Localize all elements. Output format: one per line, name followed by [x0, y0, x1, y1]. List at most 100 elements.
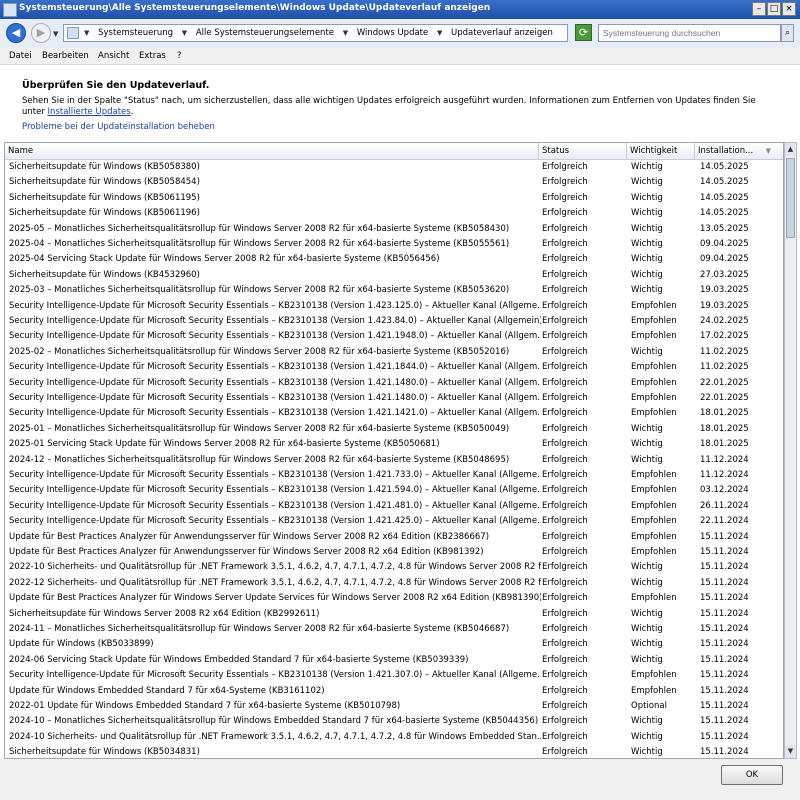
table-row[interactable]: Sicherheitsupdate für Windows (KB5058380…	[5, 160, 783, 175]
menu-extras[interactable]: Extras	[139, 51, 166, 61]
table-row[interactable]: Security Intelligence-Update für Microso…	[5, 468, 783, 483]
cell-name: 2024-10 – Monatliches Sicherheitsqualitä…	[9, 716, 539, 727]
back-button[interactable]: ◀	[6, 23, 26, 43]
table-row[interactable]: Sicherheitsupdate für Windows Server 200…	[5, 607, 783, 622]
cell-installation-date: 19.03.2025	[700, 285, 749, 296]
cell-installation-date: 18.01.2025	[700, 439, 749, 450]
cell-status: Erfolgreich	[542, 346, 588, 357]
installed-updates-link[interactable]: Installierte Updates	[48, 107, 131, 117]
table-row[interactable]: 2025-04 – Monatliches Sicherheitsqualitä…	[5, 237, 783, 252]
cell-status: Erfolgreich	[542, 223, 588, 234]
table-row[interactable]: Sicherheitsupdate für Windows (KB5061196…	[5, 206, 783, 221]
menu-bearbeiten[interactable]: Bearbeiten	[42, 51, 89, 61]
cell-installation-date: 15.11.2024	[700, 577, 749, 588]
breadcrumb-item-windows-update[interactable]: Windows Update	[357, 28, 428, 38]
cell-status: Erfolgreich	[542, 547, 588, 557]
scroll-down-arrow-icon[interactable]: ▼	[785, 745, 796, 758]
history-dropdown-icon[interactable]: ▼	[53, 30, 58, 38]
address-bar[interactable]: ▼ Systemsteuerung ▼ Alle Systemsteuerung…	[63, 24, 568, 42]
table-row[interactable]: Security Intelligence-Update für Microso…	[5, 406, 783, 421]
forward-button[interactable]: ▶	[31, 23, 51, 43]
ok-button[interactable]: OK	[721, 765, 783, 785]
table-row[interactable]: Update für Best Practices Analyzer für W…	[5, 591, 783, 606]
table-row[interactable]: Update für Windows Embedded Standard 7 f…	[5, 684, 783, 699]
search-input[interactable]	[598, 24, 781, 42]
table-row[interactable]: Security Intelligence-Update für Microso…	[5, 299, 783, 314]
table-row[interactable]: Sicherheitsupdate für Windows (KB4532960…	[5, 268, 783, 283]
table-row[interactable]: 2025-02 – Monatliches Sicherheitsqualitä…	[5, 345, 783, 360]
column-header-importance[interactable]: Wichtigkeit	[627, 143, 695, 159]
table-row[interactable]: Update für Best Practices Analyzer für A…	[5, 545, 783, 560]
table-row[interactable]: Security Intelligence-Update für Microso…	[5, 514, 783, 529]
cell-status: Erfolgreich	[542, 285, 588, 296]
maximize-button[interactable]: □	[767, 2, 781, 16]
cell-importance: Wichtig	[631, 269, 663, 280]
chevron-down-icon[interactable]: ▼	[182, 29, 187, 37]
cell-name: 2024-06 Servicing Stack Update für Windo…	[9, 654, 469, 665]
chevron-down-icon[interactable]: ▼	[437, 29, 442, 37]
cell-importance: Wichtig	[631, 239, 663, 249]
cell-status: Erfolgreich	[542, 593, 588, 604]
cell-installation-date: 09.04.2025	[700, 254, 749, 265]
cell-name: Update für Best Practices Analyzer für A…	[9, 531, 490, 542]
cell-importance: Empfohlen	[631, 362, 677, 373]
table-row[interactable]: 2025-01 Servicing Stack Update für Windo…	[5, 437, 783, 452]
column-header-status[interactable]: Status	[539, 143, 627, 159]
menu-ansicht[interactable]: Ansicht	[98, 51, 129, 61]
table-row[interactable]: 2022-10 Sicherheits- und Qualitätsrollup…	[5, 560, 783, 575]
table-row[interactable]: 2024-10 – Monatliches Sicherheitsqualitä…	[5, 714, 783, 729]
search-icon[interactable]: ⌕	[781, 24, 794, 42]
cell-name: 2024-12 – Monatliches Sicherheitsqualitä…	[9, 454, 510, 465]
table-row[interactable]: Sicherheitsupdate für Windows (KB5034831…	[5, 745, 783, 758]
table-row[interactable]: Sicherheitsupdate für Windows (KB5058454…	[5, 175, 783, 190]
breadcrumb-item-updateverlauf[interactable]: Updateverlauf anzeigen	[451, 28, 553, 38]
cell-installation-date: 03.12.2024	[700, 485, 749, 496]
cell-importance: Wichtig	[631, 423, 663, 434]
table-row[interactable]: 2022-01 Update für Windows Embedded Stan…	[5, 699, 783, 714]
cell-name: 2025-01 Servicing Stack Update für Windo…	[9, 439, 440, 450]
table-row[interactable]: Security Intelligence-Update für Microso…	[5, 376, 783, 391]
cell-name: Security Intelligence-Update für Microso…	[9, 670, 541, 681]
column-header-installation-date[interactable]: Installation... ▼	[695, 143, 783, 159]
breadcrumb-item-alle-elemente[interactable]: Alle Systemsteuerungselemente	[196, 28, 334, 38]
table-row[interactable]: 2022-12 Sicherheits- und Qualitätsrollup…	[5, 576, 783, 591]
cell-status: Erfolgreich	[542, 316, 588, 326]
table-row[interactable]: Security Intelligence-Update für Microso…	[5, 314, 783, 329]
breadcrumb: ▼ Systemsteuerung ▼ Alle Systemsteuerung…	[84, 28, 559, 38]
table-row[interactable]: 2025-04 Servicing Stack Update für Windo…	[5, 252, 783, 267]
table-row[interactable]: 2024-10 Sicherheits- und Qualitätsrollup…	[5, 730, 783, 745]
cell-importance: Wichtig	[631, 747, 663, 758]
cell-importance: Optional	[631, 701, 667, 711]
refresh-button[interactable]: ⟳	[575, 24, 592, 41]
table-row[interactable]: Security Intelligence-Update für Microso…	[5, 499, 783, 514]
table-row[interactable]: 2025-05 – Monatliches Sicherheitsqualitä…	[5, 222, 783, 237]
table-row[interactable]: Security Intelligence-Update für Microso…	[5, 483, 783, 498]
table-row[interactable]: Security Intelligence-Update für Microso…	[5, 391, 783, 406]
update-history-table: Name Status Wichtigkeit Installation... …	[4, 142, 784, 759]
table-row[interactable]: Security Intelligence-Update für Microso…	[5, 329, 783, 344]
scrollbar-thumb[interactable]	[786, 158, 795, 238]
troubleshoot-link[interactable]: Probleme bei der Updateinstallation behe…	[22, 122, 215, 132]
table-row[interactable]: Security Intelligence-Update für Microso…	[5, 360, 783, 375]
menu-help[interactable]: ?	[177, 51, 182, 61]
chevron-down-icon[interactable]: ▼	[84, 29, 89, 37]
table-row[interactable]: Sicherheitsupdate für Windows (KB5061195…	[5, 191, 783, 206]
table-row[interactable]: 2025-03 – Monatliches Sicherheitsqualitä…	[5, 283, 783, 298]
table-row[interactable]: 2025-01 – Monatliches Sicherheitsqualitä…	[5, 422, 783, 437]
table-row[interactable]: 2024-06 Servicing Stack Update für Windo…	[5, 653, 783, 668]
menu-datei[interactable]: Datei	[9, 51, 32, 61]
minimize-button[interactable]: –	[752, 2, 766, 16]
breadcrumb-item-systemsteuerung[interactable]: Systemsteuerung	[98, 28, 173, 38]
scroll-up-arrow-icon[interactable]: ▲	[785, 143, 796, 156]
cell-status: Erfolgreich	[542, 423, 588, 434]
chevron-down-icon[interactable]: ▼	[343, 29, 348, 37]
table-row[interactable]: Security Intelligence-Update für Microso…	[5, 668, 783, 683]
vertical-scrollbar[interactable]: ▲ ▼	[784, 142, 797, 759]
close-button[interactable]: ×	[782, 2, 796, 16]
table-row[interactable]: Update für Best Practices Analyzer für A…	[5, 530, 783, 545]
column-header-name[interactable]: Name	[5, 143, 539, 159]
table-row[interactable]: Update für Windows (KB5033899) Erfolgreic…	[5, 637, 783, 652]
cell-importance: Wichtig	[631, 639, 663, 650]
table-row[interactable]: 2024-12 – Monatliches Sicherheitsqualitä…	[5, 453, 783, 468]
table-row[interactable]: 2024-11 – Monatliches Sicherheitsqualitä…	[5, 622, 783, 637]
